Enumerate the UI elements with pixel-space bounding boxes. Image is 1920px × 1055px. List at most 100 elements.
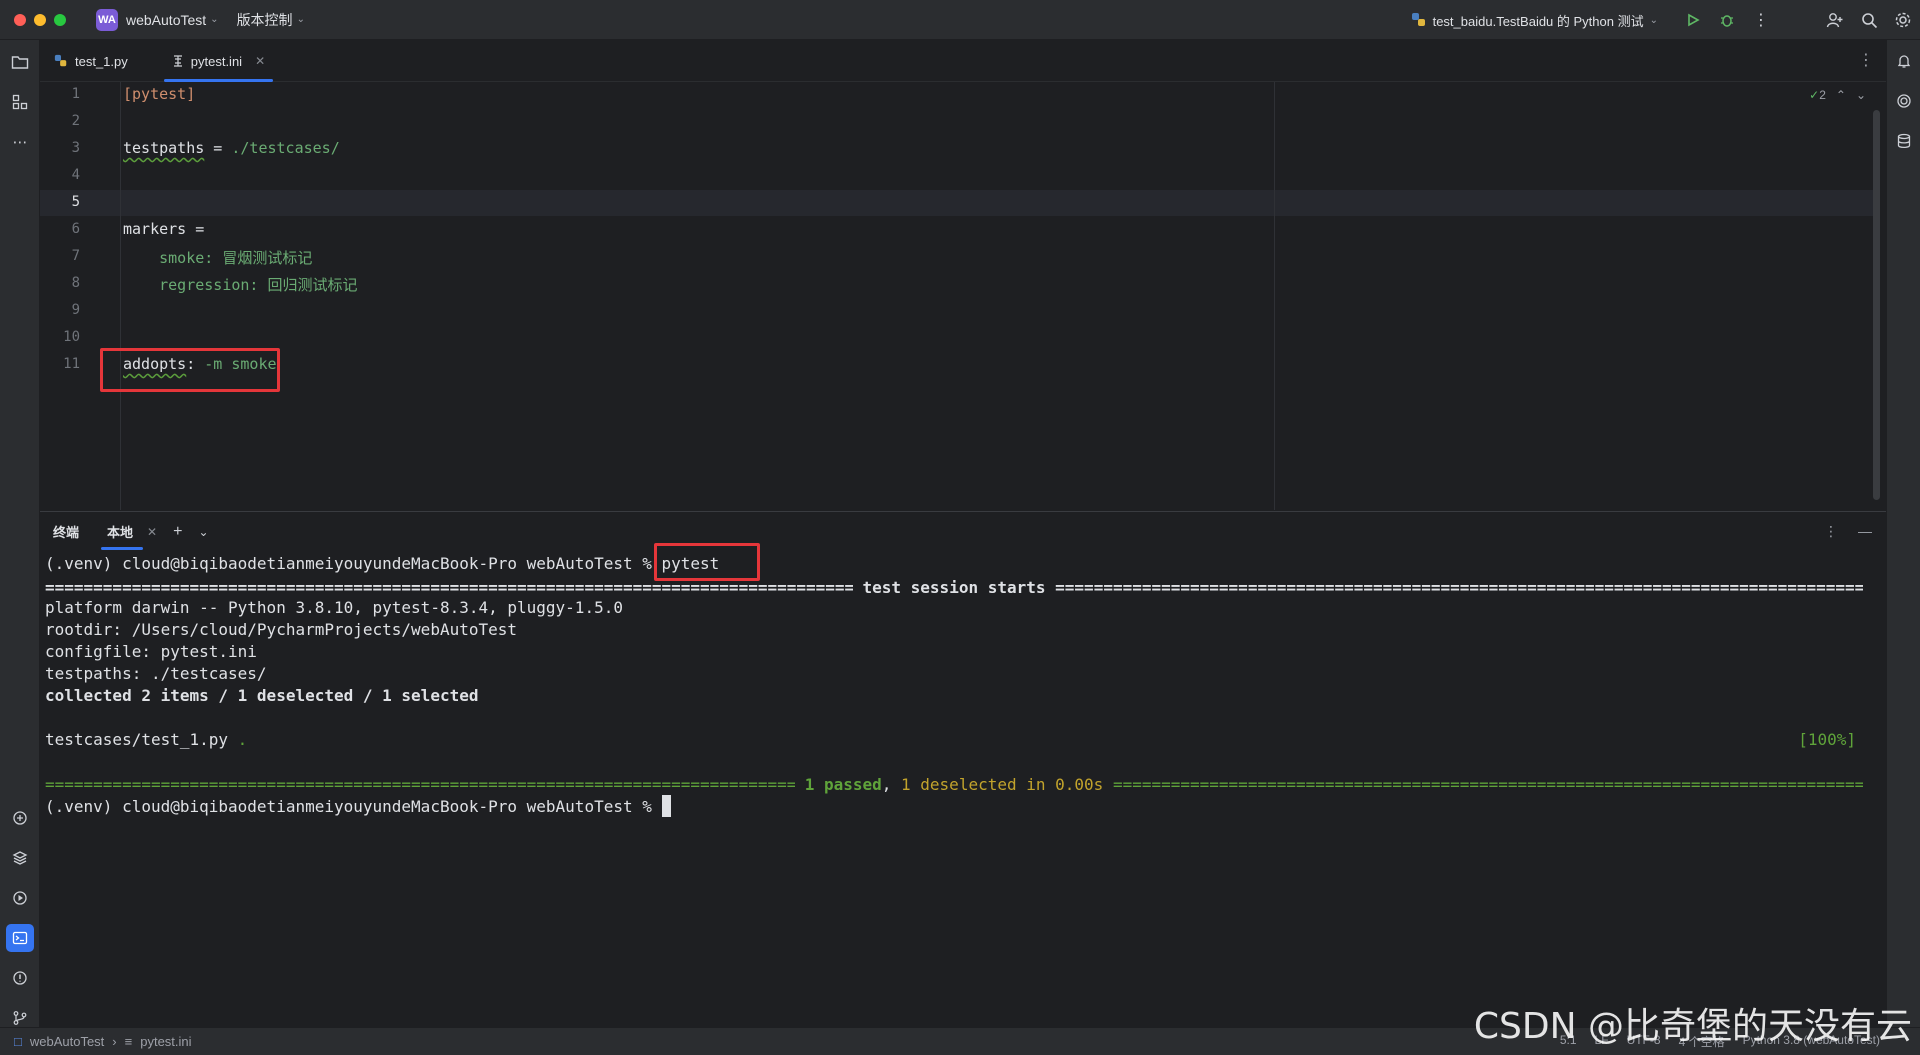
window-controls: [14, 13, 66, 26]
platform-line: platform darwin -- Python 3.8.10, pytest…: [45, 598, 623, 617]
more-vertical-icon[interactable]: ⋮: [1824, 523, 1838, 540]
ini-value: 回归测试标记: [267, 276, 358, 294]
terminal-prompt: (.venv) cloud@biqibaodetianmeiyouyundeMa…: [45, 554, 643, 573]
more-vertical-icon[interactable]: ⋮: [1744, 3, 1778, 37]
problems-icon[interactable]: [6, 964, 34, 992]
chevron-down-icon[interactable]: ⌄: [198, 525, 208, 539]
project-folder-icon[interactable]: [6, 48, 34, 76]
python-file-icon: [54, 54, 67, 67]
ini-key: testpaths: [123, 139, 205, 157]
line-number: 3: [71, 140, 80, 156]
separator-fill: ========================================…: [45, 578, 853, 597]
terminal-title: 终端: [53, 525, 80, 540]
minimize-panel-icon[interactable]: —: [1858, 523, 1872, 540]
breadcrumb-file[interactable]: pytest.ini: [140, 1034, 191, 1049]
line-number: 2: [71, 113, 80, 129]
database-icon[interactable]: [1891, 128, 1917, 154]
chevron-down-icon: ⌄: [296, 14, 305, 25]
services-run-icon[interactable]: [6, 884, 34, 912]
project-name: webAutoTest: [126, 11, 207, 28]
structure-icon[interactable]: [6, 88, 34, 116]
line-number: 10: [63, 329, 80, 345]
ai-assistant-icon[interactable]: [1891, 88, 1917, 114]
command-highlight-box: [654, 543, 760, 581]
ini-file-icon: [173, 55, 182, 67]
more-horizontal-icon[interactable]: ⋯: [6, 128, 34, 156]
summary-deselected: 1 deselected in 0.00s: [901, 775, 1104, 794]
summary-separator-comma: ,: [881, 775, 902, 794]
ini-key: regression:: [123, 276, 268, 294]
python-icon: [1411, 13, 1425, 26]
ini-value: ./testcases/: [231, 139, 340, 157]
terminal-command-line: (.venv) cloud@biqibaodetianmeiyouyundeMa…: [45, 554, 719, 573]
maximize-window-button[interactable]: [54, 13, 66, 26]
line-number: 1: [71, 86, 80, 102]
project-selector[interactable]: webAutoTest ⌄: [126, 12, 219, 28]
run-icon[interactable]: [1676, 3, 1710, 37]
settings-gear-icon[interactable]: [1886, 3, 1920, 37]
addopts-highlight-box: [100, 348, 280, 392]
inspection-count: 2: [1819, 88, 1826, 102]
chevron-right-icon: ›: [112, 1034, 117, 1049]
csdn-watermark: CSDN @比奇堡的天没有云: [1473, 1006, 1912, 1047]
tabs-more-icon[interactable]: ⋮: [1858, 50, 1874, 70]
chevron-down-icon[interactable]: ⌄: [1856, 88, 1866, 102]
test-file: testcases/test_1.py: [45, 730, 238, 749]
line-number: 8: [71, 275, 80, 291]
rootdir-line: rootdir: /Users/cloud/PycharmProjects/we…: [45, 620, 518, 639]
tab-label: test_1.py: [75, 53, 128, 69]
add-user-icon[interactable]: [1818, 3, 1852, 37]
code-line-7: smoke: 冒烟测试标记: [123, 247, 312, 268]
check-icon: ✓2: [1809, 88, 1826, 102]
separator-fill: ========================================…: [1055, 578, 1863, 597]
chevron-up-icon[interactable]: ⌃: [1836, 88, 1846, 102]
line-number: 11: [63, 356, 80, 372]
tab-pytest-ini[interactable]: pytest.ini ✕: [158, 40, 279, 82]
ini-file-icon: ≡: [124, 1034, 133, 1049]
testpaths-line: testpaths: ./testcases/: [45, 664, 267, 683]
summary-passed: 1 passed: [804, 775, 882, 794]
project-badge[interactable]: WA: [96, 8, 118, 31]
close-window-button[interactable]: [14, 13, 26, 26]
run-config-selector[interactable]: test_baidu.TestBaidu 的 Python 测试 ⌄: [1411, 11, 1658, 30]
left-tool-strip: ⋯: [0, 40, 40, 1027]
vcs-menu[interactable]: 版本控制 ⌄: [237, 10, 305, 30]
title-right-tools: test_baidu.TestBaidu 的 Python 测试 ⌄ ⋮: [1411, 0, 1920, 40]
right-margin-guide: [1274, 82, 1275, 510]
terminal-output[interactable]: (.venv) cloud@biqibaodetianmeiyouyundeMa…: [40, 543, 1886, 1027]
search-icon[interactable]: [1852, 3, 1886, 37]
terminal-tab-local[interactable]: 本地 ✕: [101, 512, 157, 552]
configfile-line: configfile: pytest.ini: [45, 642, 257, 661]
terminal-icon[interactable]: [6, 924, 34, 952]
chevron-down-icon: ⌄: [210, 14, 219, 25]
terminal-cursor: [661, 795, 671, 817]
terminal-prompt: (.venv) cloud@biqibaodetianmeiyouyundeMa…: [45, 797, 662, 816]
tab-test-1-py[interactable]: test_1.py: [40, 40, 142, 82]
debug-icon[interactable]: [1710, 3, 1744, 37]
inspection-widget[interactable]: ✓2 ⌃ ⌄: [1809, 88, 1866, 102]
chevron-down-icon: ⌄: [1649, 14, 1658, 26]
summary-text: 1 passed, 1 deselected in 0.00s: [795, 775, 1113, 795]
python-packages-icon[interactable]: [6, 844, 34, 872]
new-terminal-plus-icon[interactable]: +: [173, 523, 182, 541]
session-header: test session starts: [852, 578, 1056, 597]
module-icon: □: [14, 1034, 22, 1049]
test-result-line: testcases/test_1.py .: [45, 730, 247, 749]
editor-scrollbar[interactable]: [1873, 110, 1880, 500]
breadcrumb-project[interactable]: webAutoTest: [30, 1034, 104, 1049]
ini-key: smoke:: [123, 249, 223, 267]
progress-percent: [100%]: [1798, 730, 1856, 749]
notifications-bell-icon[interactable]: [1891, 48, 1917, 74]
code-editor[interactable]: 1 2 3 4 5 6 7 8 9 10 11 [pytest] testpat…: [40, 82, 1886, 510]
close-tab-icon[interactable]: ✕: [147, 525, 157, 539]
terminal-header-actions: ⋮ —: [1824, 523, 1872, 540]
code-line-8: regression: 回归测试标记: [123, 274, 358, 295]
minimize-window-button[interactable]: [34, 13, 46, 26]
code-line-1: [pytest]: [123, 85, 196, 103]
summary-separator: ========================================…: [45, 775, 1863, 795]
separator-fill: ========================================…: [1112, 775, 1863, 794]
tab-label: pytest.ini: [190, 53, 243, 69]
python-console-icon[interactable]: [6, 804, 34, 832]
ini-operator: =: [204, 139, 232, 157]
close-tab-icon[interactable]: ✕: [255, 54, 265, 68]
